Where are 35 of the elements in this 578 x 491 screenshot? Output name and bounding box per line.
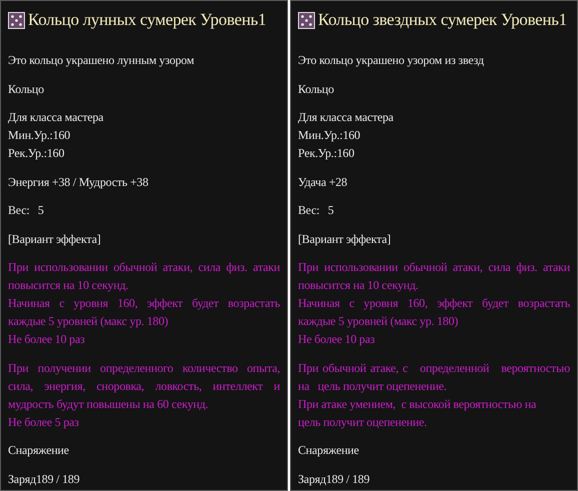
effect-text: Не более 5 раз (8, 414, 80, 431)
item-text: Мин.Ур.:160 (298, 127, 362, 144)
item-text: Снаряжение (8, 442, 70, 460)
effect-text: цель получит оцепенение. (298, 414, 428, 431)
item-text: Снаряжение (298, 442, 360, 460)
item-text: Для класса мастера (8, 109, 104, 126)
item-text: Рек.Ур.:160 (298, 145, 356, 162)
item-text: Кольцо (8, 80, 45, 98)
item-text: Это кольцо украшено узором из звезд (298, 52, 485, 69)
effect-text: При использовании обычной атаки, сила физ. атаки повысится на 10 секунд. (8, 259, 280, 294)
item-text: Рек.Ур.:160 (8, 145, 66, 162)
effect-text: При использовании обычной атаки, сила физ. атаки повысится на 10 секунд. (298, 259, 570, 294)
item-text: Кольцо (298, 80, 335, 98)
item-text: Это кольцо украшено лунным узором (8, 52, 196, 69)
item-text: Вес: 5 (298, 202, 335, 220)
effect-text: Начиная с уровня 160, эффект будет возрастать каждые 5 уровней (макс ур. 180) (8, 295, 280, 330)
effect-text: Не более 10 раз (8, 331, 86, 348)
item-title: Кольцо лунных сумерек Уровень1 (28, 9, 266, 31)
item-text: Мин.Ур.:160 (8, 127, 72, 144)
item-text: Заряд189 / 189 (298, 470, 370, 488)
item-text: [Вариант эффекта] (8, 230, 102, 248)
dice-icon (8, 12, 25, 28)
effect-text: При атаке умением, с высокой вероятностью на (298, 396, 538, 413)
item-text: Вес: 5 (8, 202, 45, 220)
item-text: Для класса мастера (298, 109, 394, 126)
effect-text: При обычной атаке, с определенной вероятностью на цель получит оцепенение. (298, 360, 570, 395)
effect-text: При получении определенного количество опыта, сила, энергия, сноровка, ловкость, интеллект и мудрость будут повышены на 60 секунд. (8, 360, 280, 413)
item-title: Кольцо звездных сумерек Уровень1 (318, 9, 567, 31)
item-text: Заряд189 / 189 (8, 470, 80, 488)
effect-text: Не более 10 раз (298, 331, 376, 348)
item-text: [Вариант эффекта] (298, 230, 392, 248)
item-text: Удача +28 (298, 174, 348, 191)
dice-icon (298, 12, 315, 28)
item-text: Энергия +38 / Мудрость +38 (8, 174, 150, 191)
effect-text: Начиная с уровня 160, эффект будет возрастать каждые 5 уровней (макс ур. 180) (298, 295, 570, 330)
